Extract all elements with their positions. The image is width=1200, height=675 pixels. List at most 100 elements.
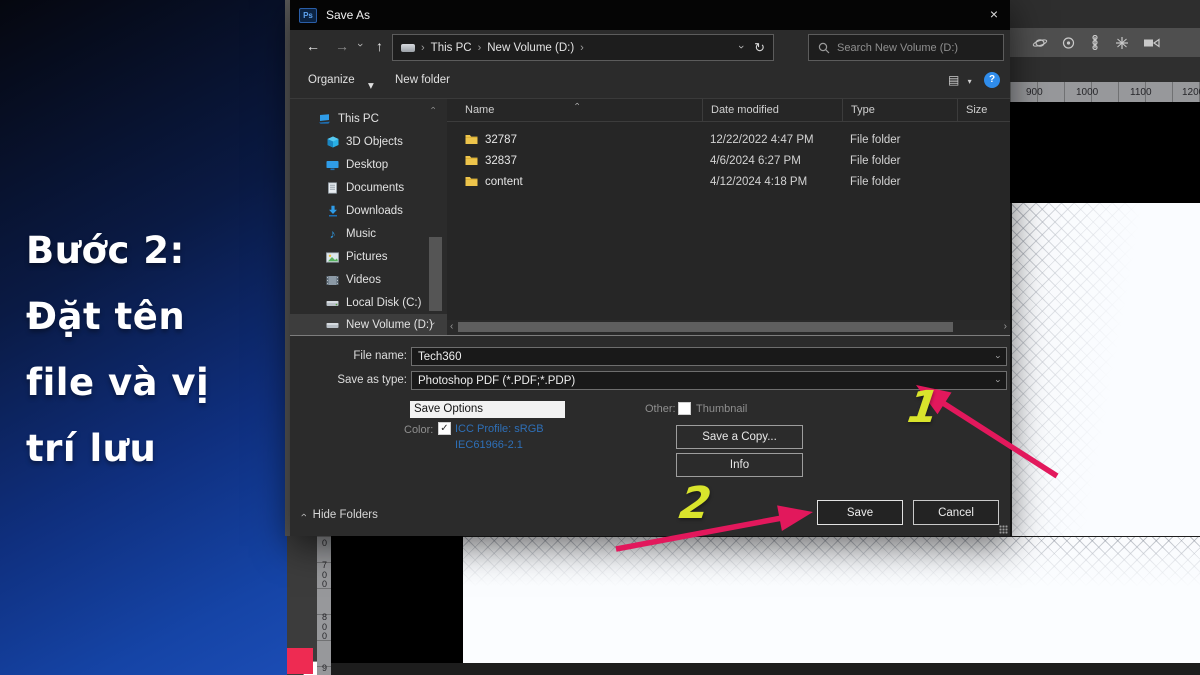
file-name: 32787 — [485, 134, 517, 146]
save-form: File name: Tech360 › Save as type: Photo… — [290, 336, 1010, 536]
recent-locations-icon[interactable]: › — [354, 43, 366, 47]
scroll-left-icon[interactable]: ‹ — [450, 321, 453, 332]
sidebar-item-local-disk-c[interactable]: Local Disk (C:) — [290, 292, 447, 314]
canvas-black-area-bottom — [331, 536, 463, 675]
table-row[interactable]: 32787 12/22/2022 4:47 PM File folder — [447, 129, 1010, 150]
scrollbar-thumb[interactable] — [458, 322, 953, 332]
save-type-select[interactable]: Photoshop PDF (*.PDF;*.PDP) › — [411, 371, 1007, 390]
folder-icon — [465, 176, 478, 187]
checkmark-icon: ✓ — [439, 423, 450, 435]
step-line-3: file và vị — [26, 350, 276, 416]
breadcrumb-chevron-icon: › — [421, 42, 425, 54]
address-bar[interactable]: › This PC › New Volume (D:) › › ↻ — [392, 34, 774, 61]
orbit-3d-icon[interactable] — [1032, 36, 1048, 50]
videos-icon — [326, 275, 339, 286]
save-type-label: Save as type: — [290, 374, 407, 386]
sidebar-item-music[interactable]: ♪ Music — [290, 223, 447, 245]
column-header-date-modified[interactable]: Date modified — [702, 99, 842, 121]
sidebar-scroll-down-icon[interactable]: › — [427, 322, 438, 325]
file-name-input[interactable]: Tech360 › — [411, 347, 1007, 366]
save-options-box[interactable]: Save Options — [410, 401, 565, 418]
folder-icon — [465, 134, 478, 145]
breadcrumb-chevron-icon: › — [580, 42, 584, 54]
workspace-bottom-bar — [331, 663, 1200, 675]
sidebar-item-3d-objects[interactable]: 3D Objects — [290, 131, 447, 153]
ruler-tick: 9 — [320, 664, 329, 674]
icc-profile-checkbox[interactable]: ✓ — [438, 422, 451, 435]
pictures-icon — [326, 252, 339, 263]
cancel-button[interactable]: Cancel — [913, 500, 999, 525]
close-icon[interactable]: × — [990, 6, 998, 22]
info-button[interactable]: Info — [676, 453, 803, 477]
document-canvas-bottom — [463, 537, 1200, 663]
help-icon[interactable]: ? — [984, 72, 1000, 88]
file-type: File folder — [842, 176, 957, 188]
ruler-tick: 1200 — [1182, 87, 1200, 98]
sidebar-item-pictures[interactable]: Pictures — [290, 246, 447, 268]
file-date: 4/12/2024 4:18 PM — [702, 176, 842, 188]
sidebar-item-videos[interactable]: Videos — [290, 269, 447, 291]
refresh-icon[interactable]: ↻ — [754, 40, 765, 56]
dialog-titlebar[interactable]: Ps Save As × — [290, 0, 1010, 30]
file-list: Name Date modified Type Size › 32787 12/… — [447, 99, 1010, 334]
photoshop-app-icon: Ps — [299, 8, 317, 23]
address-dropdown-icon[interactable]: › — [735, 45, 747, 49]
documents-icon — [326, 182, 339, 194]
column-header-type[interactable]: Type — [842, 99, 957, 121]
dialog-title: Save As — [326, 8, 370, 22]
search-box[interactable]: Search New Volume (D:) — [808, 34, 1004, 61]
sidebar-scroll-up-icon[interactable]: › — [428, 107, 438, 110]
save-button[interactable]: Save — [817, 500, 903, 525]
back-icon[interactable]: ← — [306, 38, 320, 54]
sidebar-item-downloads[interactable]: Downloads — [290, 200, 447, 222]
column-header-size[interactable]: Size — [957, 99, 1010, 121]
file-name-label: File name: — [290, 350, 407, 362]
save-a-copy-button[interactable]: Save a Copy... — [676, 425, 803, 449]
new-folder-button[interactable]: New folder — [395, 74, 450, 86]
sidebar-item-desktop[interactable]: Desktop — [290, 154, 447, 176]
file-name: 32837 — [485, 155, 517, 167]
move-axes-icon[interactable] — [1114, 36, 1130, 50]
screen: Bước 2: Đặt tên file và vị trí lưu 900 1… — [0, 0, 1200, 675]
file-type: File folder — [842, 134, 957, 146]
node-connector-icon[interactable] — [1089, 35, 1101, 50]
ruler-tick: 900 — [1026, 87, 1043, 98]
sidebar-item-new-volume-d[interactable]: New Volume (D:) — [290, 314, 447, 336]
disk-drive-icon — [326, 321, 339, 330]
breadcrumb-chevron-icon: › — [478, 42, 482, 54]
thumbnail-checkbox[interactable] — [678, 402, 691, 415]
sidebar-item-this-pc[interactable]: This PC — [290, 108, 447, 130]
resize-grip[interactable] — [999, 525, 1008, 534]
icc-profile-line1: ICC Profile: sRGB — [455, 423, 544, 435]
ps-menubar-strip — [1010, 0, 1200, 28]
folder-tree: This PC 3D Objects Desktop Documents Dow… — [290, 99, 447, 334]
file-type: File folder — [842, 155, 957, 167]
hide-folders-button[interactable]: › Hide Folders — [302, 509, 378, 521]
thumbnail-label: Thumbnail — [696, 403, 747, 415]
horizontal-scrollbar[interactable]: ‹ › — [447, 320, 1010, 334]
icc-profile-line2: IEC61966-2.1 — [455, 439, 523, 451]
ruler-tick: 0 — [320, 539, 329, 549]
chevron-down-icon: › — [994, 355, 1004, 358]
vertical-ruler: 0 700 800 9 — [317, 536, 331, 675]
ruler-tick: 700 — [320, 561, 329, 590]
breadcrumb-new-volume[interactable]: New Volume (D:) — [487, 42, 574, 54]
file-name: content — [485, 176, 523, 188]
sidebar-scrollbar[interactable] — [429, 237, 442, 311]
scroll-right-icon[interactable]: › — [1004, 321, 1007, 332]
forward-icon[interactable]: → — [335, 38, 349, 54]
organize-button[interactable]: Organize — [308, 74, 355, 86]
sidebar-item-documents[interactable]: Documents — [290, 177, 447, 199]
foreground-color-swatch[interactable] — [287, 648, 313, 674]
breadcrumb-this-pc[interactable]: This PC — [431, 42, 472, 54]
up-icon[interactable]: ↑ — [376, 38, 383, 54]
view-options-icon[interactable]: ▤ ▾ — [948, 73, 972, 87]
3d-objects-icon — [326, 136, 339, 148]
step-banner: Bước 2: Đặt tên file và vị trí lưu — [0, 0, 287, 675]
chevron-down-icon: › — [994, 379, 1004, 382]
organize-caret-icon: ▾ — [368, 78, 374, 92]
table-row[interactable]: content 4/12/2024 4:18 PM File folder — [447, 171, 1010, 192]
table-row[interactable]: 32837 4/6/2024 6:27 PM File folder — [447, 150, 1010, 171]
rotate-view-icon[interactable] — [1061, 36, 1076, 50]
camera-view-icon[interactable] — [1143, 37, 1161, 49]
